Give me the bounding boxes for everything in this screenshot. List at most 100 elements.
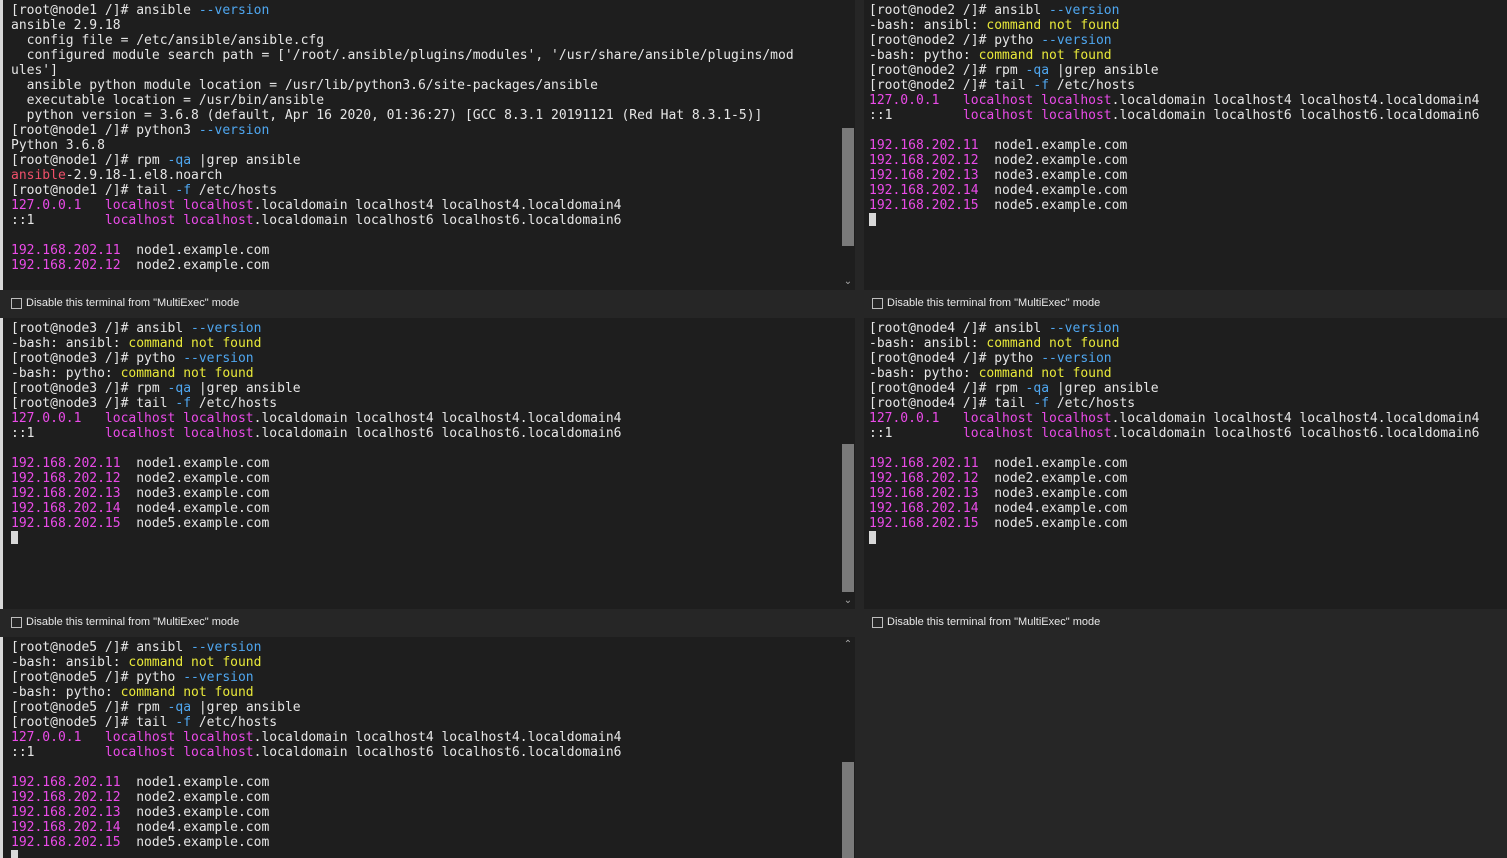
terminal-line: [root@node1 /]# tail -f /etc/hosts	[11, 183, 835, 198]
terminal-text: .localdomain localhost4 localhost4.local…	[253, 411, 622, 426]
terminal-text: ansible 2.9.18	[11, 18, 121, 33]
terminal-text: [root@node2 /]# rpm	[869, 63, 1026, 78]
terminal-pane-node5[interactable]: [root@node5 /]# ansibl --version -bash: a…	[0, 637, 855, 858]
terminal-line: 192.168.202.15 node5.example.com	[11, 516, 835, 531]
terminal-line: [root@node3 /]# rpm -qa |grep ansible	[11, 381, 835, 396]
terminal-text: [root@node2 /]# ansibl	[869, 3, 1050, 18]
terminal-text: [root@node5 /]# rpm	[11, 700, 168, 715]
terminal-line: [root@node5 /]# tail -f /etc/hosts	[11, 715, 835, 730]
terminal-text: localhost localhost	[962, 426, 1112, 441]
terminal-text: |grep ansible	[1049, 381, 1159, 396]
terminal-text: 192.168.202.14	[869, 183, 979, 198]
terminal-text: [root@node4 /]# tail	[869, 396, 1034, 411]
multiexec-label: Disable this terminal from "MultiExec" m…	[26, 616, 240, 628]
multiexec-checkbox[interactable]	[11, 297, 22, 309]
scrollbar-thumb[interactable]	[842, 128, 854, 246]
terminal-pane-node3[interactable]: [root@node3 /]# ansibl --version -bash: a…	[0, 318, 855, 609]
terminal-text: /etc/hosts	[191, 715, 278, 730]
terminal-output[interactable]: [root@node4 /]# ansibl --version -bash: a…	[869, 321, 1507, 609]
multiexec-checkbox[interactable]	[872, 297, 883, 309]
terminal-line: [root@node3 /]# ansibl --version	[11, 321, 835, 336]
terminal-text: -qa	[167, 381, 192, 396]
terminal-text: node5.example.com	[120, 835, 270, 850]
terminal-text: .localdomain localhost4 localhost4.local…	[1111, 93, 1480, 108]
terminal-output[interactable]: [root@node1 /]# ansible --version ansible…	[11, 3, 835, 290]
terminal-text: --version	[191, 321, 262, 336]
terminal-cursor	[869, 531, 876, 544]
terminal-text: |grep ansible	[191, 700, 301, 715]
multiexec-bar-node1: Disable this terminal from "MultiExec" m…	[3, 290, 855, 316]
terminal-text: node1.example.com	[978, 456, 1128, 471]
scrollbar[interactable]: ⌃	[841, 637, 855, 858]
multiexec-checkbox[interactable]	[11, 616, 22, 628]
terminal-text: -bash: pytho:	[869, 366, 979, 381]
terminal-text: node1.example.com	[978, 138, 1128, 153]
terminal-text: -bash: pytho:	[11, 366, 121, 381]
terminal-text: [root@node3 /]# pytho	[11, 351, 184, 366]
scrollbar[interactable]: ⌄	[841, 0, 855, 290]
terminal-output[interactable]: [root@node5 /]# ansibl --version -bash: a…	[11, 640, 835, 858]
terminal-text: .localdomain localhost6 localhost6.local…	[1111, 108, 1480, 123]
scrollbar-thumb[interactable]	[842, 444, 854, 592]
terminal-text: [root@node5 /]# pytho	[11, 670, 184, 685]
terminal-text: ::1	[869, 426, 963, 441]
terminal-line: ansible-2.9.18-1.el8.noarch	[11, 168, 835, 183]
terminal-text: 192.168.202.14	[11, 501, 121, 516]
terminal-line: python version = 3.6.8 (default, Apr 16 …	[11, 108, 835, 123]
terminal-text: node2.example.com	[120, 258, 270, 273]
terminal-line: [root@node2 /]# ansibl --version	[869, 3, 1507, 18]
terminal-text: [root@node2 /]# tail	[869, 78, 1034, 93]
terminal-line: [root@node4 /]# pytho --version	[869, 351, 1507, 366]
terminal-line: [root@node3 /]# tail -f /etc/hosts	[11, 396, 835, 411]
terminal-pane-node4[interactable]: [root@node4 /]# ansibl --version -bash: a…	[864, 318, 1507, 609]
terminal-line: -bash: pytho: command not found	[869, 366, 1507, 381]
scroll-down-icon[interactable]: ⌄	[841, 276, 855, 288]
scroll-up-icon[interactable]: ⌃	[841, 639, 855, 651]
terminal-text: node3.example.com	[120, 486, 270, 501]
terminal-text: ::1	[869, 108, 963, 123]
terminal-text: node5.example.com	[978, 516, 1128, 531]
terminal-line	[11, 850, 835, 858]
terminal-line: [root@node4 /]# rpm -qa |grep ansible	[869, 381, 1507, 396]
terminal-text: [root@node3 /]# rpm	[11, 381, 168, 396]
terminal-text: -bash: ansibl:	[869, 336, 987, 351]
terminal-line: -bash: ansibl: command not found	[11, 655, 835, 670]
scrollbar[interactable]: ⌄	[841, 318, 855, 609]
terminal-line: Python 3.6.8	[11, 138, 835, 153]
terminal-text: node2.example.com	[120, 790, 270, 805]
terminal-text: [root@node4 /]# ansibl	[869, 321, 1050, 336]
terminal-text: --version	[198, 123, 270, 138]
terminal-text: [root@node1 /]# python3	[11, 123, 199, 138]
terminal-line: 192.168.202.11 node1.example.com	[11, 243, 835, 258]
scrollbar-thumb[interactable]	[842, 762, 854, 858]
multiexec-label: Disable this terminal from "MultiExec" m…	[26, 297, 240, 309]
scroll-down-icon[interactable]: ⌄	[841, 595, 855, 607]
multiexec-checkbox[interactable]	[872, 616, 883, 628]
terminal-text: |grep ansible	[191, 381, 301, 396]
terminal-pane-node1[interactable]: [root@node1 /]# ansible --version ansible…	[0, 0, 855, 290]
terminal-line: [root@node2 /]# rpm -qa |grep ansible	[869, 63, 1507, 78]
terminal-text: -bash: pytho:	[869, 48, 979, 63]
terminal-line: [root@node5 /]# rpm -qa |grep ansible	[11, 700, 835, 715]
terminal-text: 127.0.0.1 localhost localhost	[11, 198, 254, 213]
terminal-line: 192.168.202.14 node4.example.com	[869, 183, 1507, 198]
terminal-text: -bash: ansibl:	[869, 18, 987, 33]
terminal-pane-node2[interactable]: [root@node2 /]# ansibl --version -bash: a…	[864, 0, 1507, 290]
terminal-output[interactable]: [root@node3 /]# ansibl --version -bash: a…	[11, 321, 835, 609]
terminal-text: command not found	[120, 685, 254, 700]
terminal-text: -qa	[1025, 63, 1050, 78]
terminal-text: .localdomain localhost4 localhost4.local…	[1111, 411, 1480, 426]
terminal-text: -f	[1033, 396, 1050, 411]
terminal-output[interactable]: [root@node2 /]# ansibl --version -bash: a…	[869, 3, 1507, 290]
terminal-text: python version = 3.6.8 (default, Apr 16 …	[11, 108, 763, 123]
terminal-cursor	[869, 213, 876, 226]
terminal-text: 192.168.202.12	[11, 790, 121, 805]
terminal-text: .localdomain localhost6 localhost6.local…	[1111, 426, 1480, 441]
terminal-line: 192.168.202.12 node2.example.com	[869, 471, 1507, 486]
terminal-line: ansible 2.9.18	[11, 18, 835, 33]
terminal-cursor	[11, 850, 18, 858]
terminal-text: 192.168.202.13	[869, 486, 979, 501]
